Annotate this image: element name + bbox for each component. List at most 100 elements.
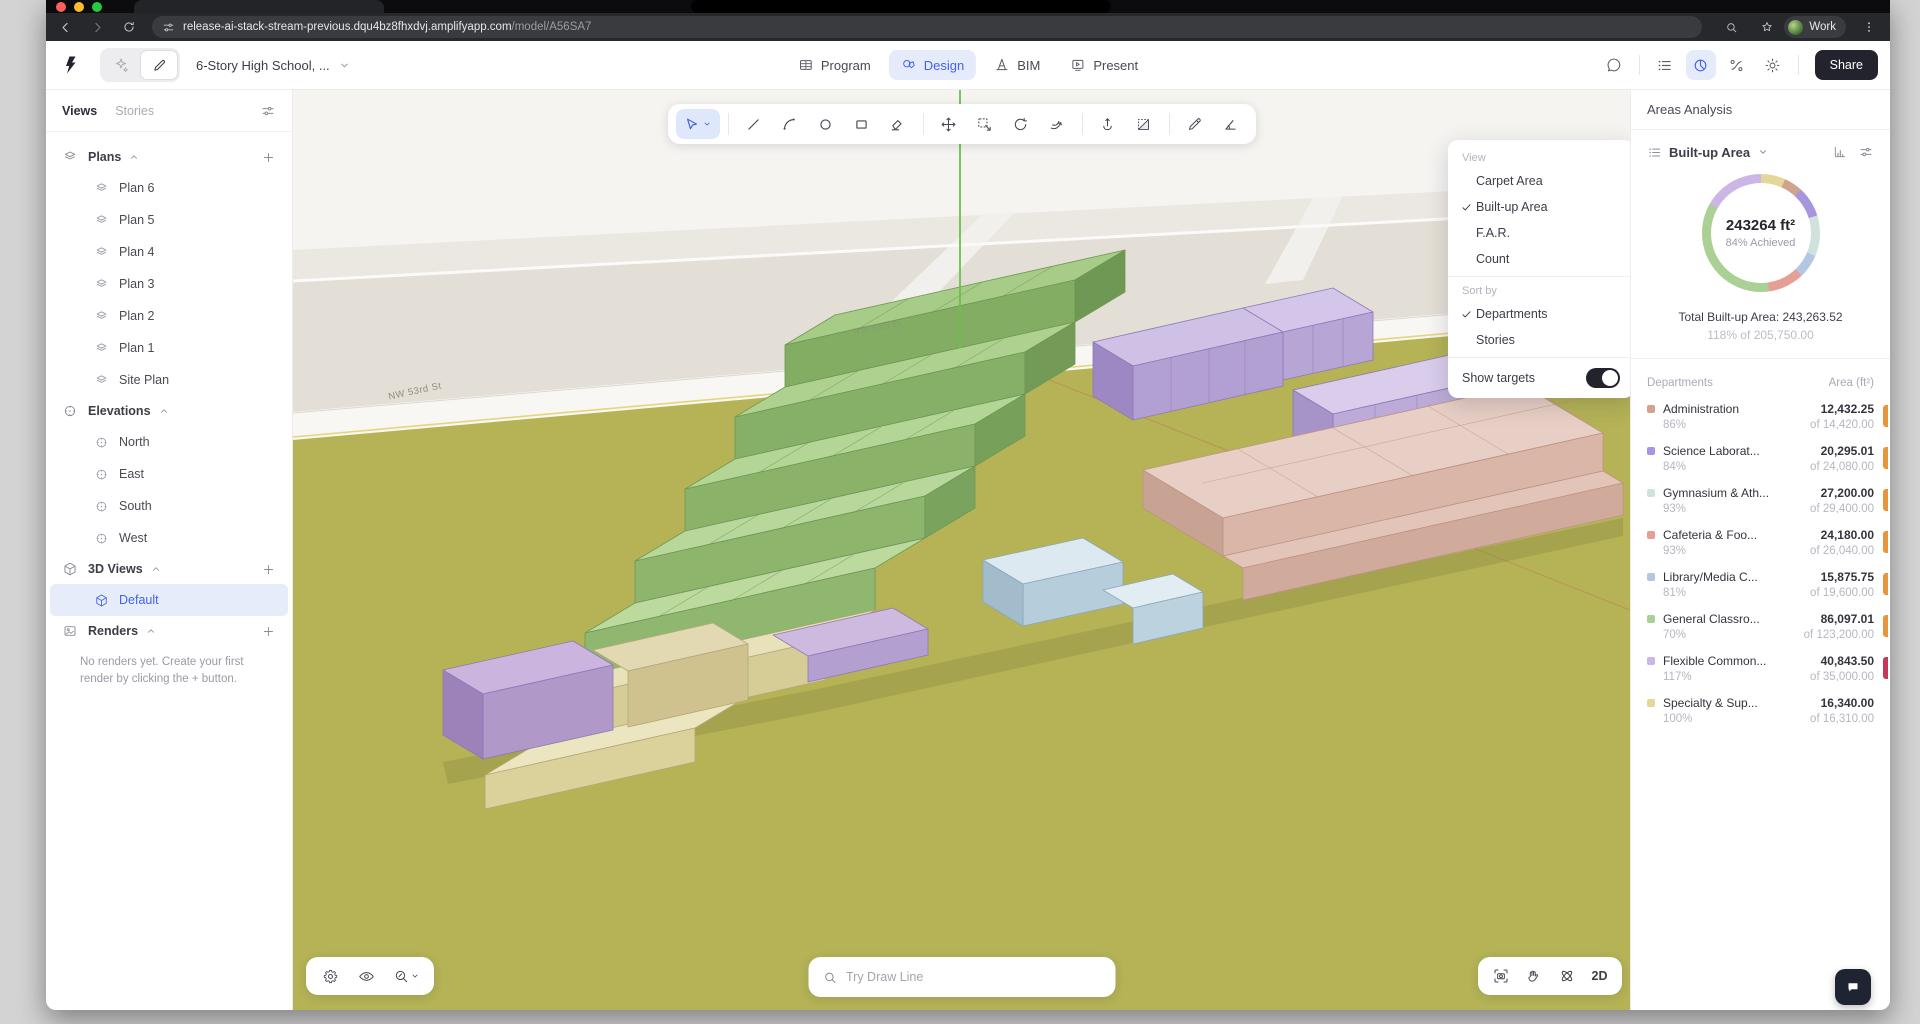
tab-present[interactable]: Present xyxy=(1058,50,1150,80)
sidebar-item-siteplan[interactable]: Site Plan xyxy=(50,364,288,396)
select-tool[interactable] xyxy=(676,109,720,139)
arc-tool[interactable] xyxy=(773,109,807,139)
department-row[interactable]: Administration12,432.25 86%of 14,420.00 xyxy=(1631,395,1890,437)
traffic-light-zoom[interactable] xyxy=(92,2,102,12)
orbit-icon[interactable] xyxy=(1550,961,1583,991)
offset-tool[interactable] xyxy=(1040,109,1074,139)
department-row[interactable]: General Classro...86,097.01 70%of 123,20… xyxy=(1631,605,1890,647)
push-pull-tool[interactable] xyxy=(1091,109,1125,139)
show-targets-toggle[interactable] xyxy=(1586,368,1620,388)
chevron-up-icon[interactable] xyxy=(158,405,170,417)
angle-tool[interactable] xyxy=(1214,109,1248,139)
sidebar-item-north[interactable]: North xyxy=(50,426,288,458)
measure-tool[interactable] xyxy=(1178,109,1212,139)
browser-tab-active[interactable] xyxy=(691,0,1111,13)
menu-item-stories[interactable]: Stories xyxy=(1448,327,1634,353)
eraser-tool[interactable] xyxy=(881,109,915,139)
section-elevations[interactable]: Elevations xyxy=(46,396,292,426)
app-logo[interactable] xyxy=(60,53,84,77)
panel-filter-icon[interactable] xyxy=(1858,144,1874,160)
sidebar-item-plan4[interactable]: Plan 4 xyxy=(50,236,288,268)
menu-item-count[interactable]: Count xyxy=(1448,246,1634,272)
section-3d-views[interactable]: 3D Views xyxy=(46,554,292,584)
chevron-up-icon[interactable] xyxy=(128,151,140,163)
chevron-up-icon[interactable] xyxy=(150,563,162,575)
chevron-down-icon[interactable] xyxy=(338,59,351,72)
zoom-options-icon[interactable] xyxy=(384,961,428,991)
department-row[interactable]: Flexible Common...40,843.50 117%of 35,00… xyxy=(1631,647,1890,689)
sidebar-item-plan2[interactable]: Plan 2 xyxy=(50,300,288,332)
sidebar-item-west[interactable]: West xyxy=(50,522,288,554)
section-plans[interactable]: Plans xyxy=(46,142,292,172)
filter-icon[interactable] xyxy=(260,103,276,119)
3d-model-canvas[interactable]: NW 53rd St NW 53rd St xyxy=(293,90,1630,1010)
sidebar-item-default-3d-view[interactable]: Default xyxy=(50,584,288,616)
bookmark-star-icon[interactable] xyxy=(1754,16,1780,38)
chevron-up-icon[interactable] xyxy=(145,625,157,637)
graph-nodes-icon[interactable] xyxy=(1722,50,1752,80)
rectangle-tool[interactable] xyxy=(845,109,879,139)
menu-item-far[interactable]: F.A.R. xyxy=(1448,220,1634,246)
menu-item-built-up-area[interactable]: Built-up Area xyxy=(1448,194,1634,220)
tab-design[interactable]: Design xyxy=(889,50,976,80)
sidebar-tab-views[interactable]: Views xyxy=(62,104,97,118)
command-search-input[interactable] xyxy=(846,970,1101,984)
back-icon[interactable] xyxy=(52,16,78,38)
screenshot-camera-icon[interactable] xyxy=(1484,961,1517,991)
traffic-light-minimize[interactable] xyxy=(74,2,84,12)
copy-tool[interactable] xyxy=(968,109,1002,139)
department-row[interactable]: Gymnasium & Ath...27,200.00 93%of 29,400… xyxy=(1631,479,1890,521)
sidebar-tab-stories[interactable]: Stories xyxy=(115,104,154,118)
zoom-page-icon[interactable] xyxy=(1718,16,1744,38)
department-row[interactable]: Cafeteria & Foo...24,180.00 93%of 26,040… xyxy=(1631,521,1890,563)
chevron-down-icon[interactable] xyxy=(1757,146,1769,158)
add-render-button[interactable] xyxy=(261,624,276,639)
browser-menu-icon[interactable] xyxy=(1856,16,1882,38)
daylight-icon[interactable] xyxy=(1758,50,1788,80)
sidebar-item-plan5[interactable]: Plan 5 xyxy=(50,204,288,236)
forward-icon[interactable] xyxy=(84,16,110,38)
toggle-2d-button[interactable]: 2D xyxy=(1583,961,1616,991)
areas-analysis-icon[interactable] xyxy=(1686,50,1716,80)
visibility-eye-icon[interactable] xyxy=(348,961,384,991)
department-row[interactable]: Library/Media C...15,875.75 81%of 19,600… xyxy=(1631,563,1890,605)
menu-item-departments[interactable]: Departments xyxy=(1448,301,1634,327)
browser-tab[interactable] xyxy=(134,0,384,13)
pan-hand-icon[interactable] xyxy=(1517,961,1550,991)
line-tool[interactable] xyxy=(737,109,771,139)
url-bar[interactable]: release-ai-stack-stream-previous.dqu4bz8… xyxy=(152,16,1702,38)
sidebar-item-plan1[interactable]: Plan 1 xyxy=(50,332,288,364)
project-title[interactable]: 6-Story High School, ... xyxy=(196,58,351,73)
add-3d-view-button[interactable] xyxy=(261,562,276,577)
department-row[interactable]: Science Laborat...20,295.01 84%of 24,080… xyxy=(1631,437,1890,479)
sidebar-item-plan6[interactable]: Plan 6 xyxy=(50,172,288,204)
edit-pencil-button[interactable] xyxy=(140,50,178,80)
reload-icon[interactable] xyxy=(116,16,142,38)
settings-gear-icon[interactable] xyxy=(312,961,348,991)
add-plan-button[interactable] xyxy=(261,150,276,165)
bar-chart-icon[interactable] xyxy=(1832,144,1848,160)
ai-sparkle-button[interactable] xyxy=(102,50,140,80)
department-row[interactable]: Specialty & Sup...16,340.00 100%of 16,31… xyxy=(1631,689,1890,731)
traffic-light-close[interactable] xyxy=(56,2,66,12)
sidebar-item-east[interactable]: East xyxy=(50,458,288,490)
chat-launcher-button[interactable] xyxy=(1835,969,1871,1005)
sidebar-item-plan3[interactable]: Plan 3 xyxy=(50,268,288,300)
metric-selector[interactable]: Built-up Area xyxy=(1669,145,1750,160)
menu-item-carpet-area[interactable]: Carpet Area xyxy=(1448,168,1634,194)
share-button[interactable]: Share xyxy=(1815,50,1878,80)
section-renders[interactable]: Renders xyxy=(46,616,292,646)
dept-color-swatch xyxy=(1647,447,1655,455)
outline-list-icon[interactable] xyxy=(1650,50,1680,80)
move-tool[interactable] xyxy=(932,109,966,139)
circle-tool[interactable] xyxy=(809,109,843,139)
flip-tool[interactable] xyxy=(1127,109,1161,139)
command-search-bar[interactable] xyxy=(808,957,1115,997)
tab-program[interactable]: Program xyxy=(786,50,883,80)
browser-profile-chip[interactable]: Work xyxy=(1784,16,1846,38)
site-settings-icon[interactable] xyxy=(162,21,175,34)
tab-bim[interactable]: BIM xyxy=(982,50,1052,80)
sidebar-item-south[interactable]: South xyxy=(50,490,288,522)
rotate-tool[interactable] xyxy=(1004,109,1038,139)
comments-icon[interactable] xyxy=(1599,50,1629,80)
